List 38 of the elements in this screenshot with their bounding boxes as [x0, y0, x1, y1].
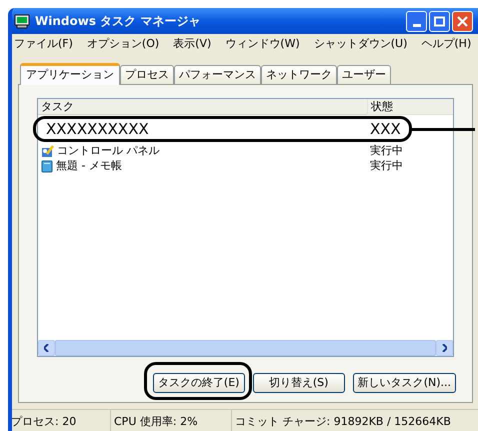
column-header[interactable]: 状態	[367, 99, 453, 115]
status-field: CPU 使用率: 2%	[111, 410, 232, 431]
scroll-right-button[interactable]	[436, 340, 453, 356]
maximize-button[interactable]	[429, 10, 450, 32]
task-status: 実行中	[369, 143, 404, 160]
tab[interactable]: アプリケーション	[20, 63, 120, 85]
tab[interactable]: ネットワーク	[261, 65, 337, 84]
menu-item[interactable]: ファイル(F)	[14, 36, 73, 52]
minimize-button[interactable]	[406, 10, 427, 32]
status-field: コミット チャージ: 91892KB / 152664KB	[232, 410, 478, 431]
column-header[interactable]: タスク	[38, 99, 367, 115]
dialog-button[interactable]: 切り替え(S)	[252, 373, 345, 394]
dialog-button[interactable]: 新しいタスク(N)...	[352, 373, 456, 394]
close-icon	[457, 16, 468, 26]
scroll-left-button[interactable]	[38, 340, 55, 356]
task-status: XXX	[369, 118, 402, 140]
task-name: コントロール パネル	[57, 143, 160, 160]
task-name: 無題 - メモ帳	[56, 158, 122, 174]
tab[interactable]: ユーザー	[337, 65, 391, 84]
window-title: Windows タスク マネージャ	[35, 13, 202, 30]
monitor-icon	[14, 14, 30, 28]
notepad-icon	[41, 160, 54, 173]
tab[interactable]: パフォーマンス	[174, 65, 261, 84]
menu-item[interactable]: ヘルプ(H)	[421, 36, 472, 52]
tab[interactable]: プロセス	[120, 65, 174, 84]
minimize-icon	[412, 24, 420, 26]
task-status: 実行中	[369, 158, 404, 174]
menu-item[interactable]: オプション(O)	[86, 36, 160, 52]
maximize-icon	[434, 16, 445, 26]
leader-line	[411, 128, 475, 131]
control-panel-icon	[41, 145, 55, 158]
menu-item[interactable]: ウィンドウ(W)	[225, 36, 300, 52]
task-name: XXXXXXXXXX	[45, 118, 150, 140]
dialog-button[interactable]: タスクの終了(E)	[152, 373, 245, 394]
menu-item[interactable]: 表示(V)	[173, 36, 212, 52]
menu-item[interactable]: シャットダウン(U)	[314, 36, 408, 52]
status-field: プロセス: 20	[12, 410, 111, 431]
close-button[interactable]	[452, 10, 473, 32]
